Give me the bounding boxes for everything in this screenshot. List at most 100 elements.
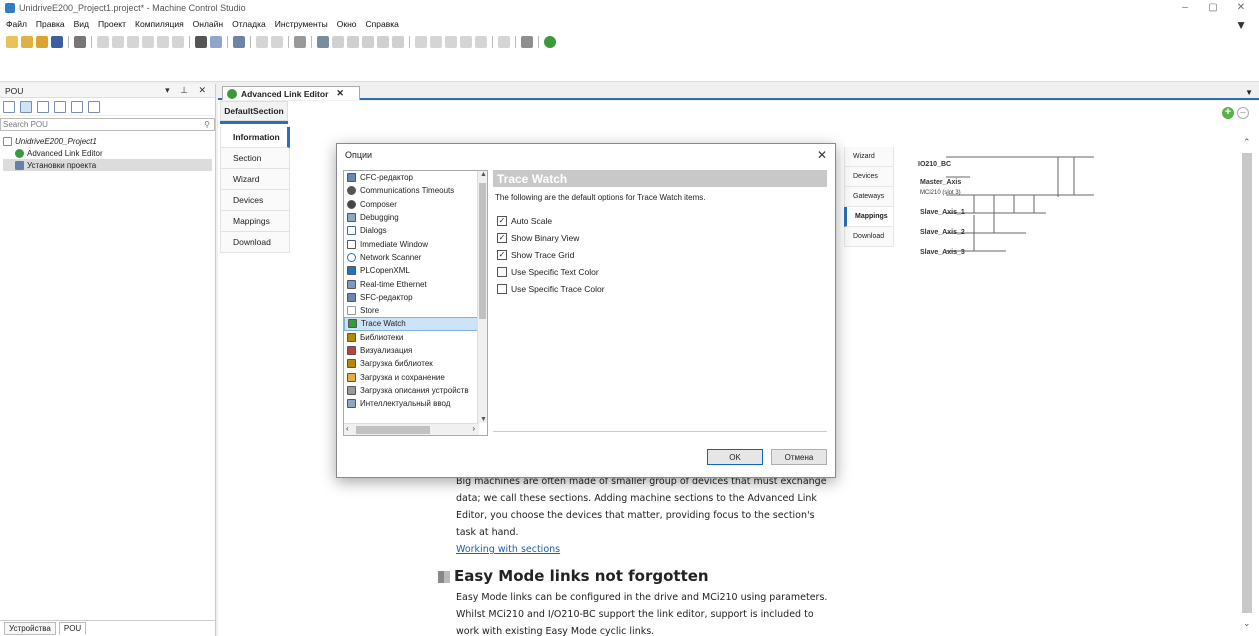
window-icon[interactable] bbox=[233, 36, 245, 48]
list-hscroll-thumb[interactable] bbox=[356, 426, 430, 434]
save-icon[interactable] bbox=[51, 36, 63, 48]
current-statement-icon[interactable] bbox=[475, 36, 487, 48]
checkbox-unchecked-icon[interactable] bbox=[497, 266, 507, 277]
list-item[interactable]: Immediate Window bbox=[344, 237, 487, 250]
scroll-right-icon[interactable]: › bbox=[472, 424, 475, 433]
view-icon[interactable] bbox=[88, 100, 100, 113]
list-item[interactable]: Библиотеки bbox=[344, 331, 487, 344]
tab-download[interactable]: Download bbox=[220, 232, 290, 253]
tab-section[interactable]: Section bbox=[220, 148, 290, 169]
build-icon[interactable] bbox=[294, 36, 306, 48]
delete-icon[interactable] bbox=[172, 36, 184, 48]
ok-button[interactable]: OK bbox=[707, 449, 763, 465]
list-item[interactable]: Визуализация bbox=[344, 344, 487, 357]
device-icon[interactable] bbox=[521, 36, 533, 48]
scroll-thumb[interactable] bbox=[1242, 153, 1252, 613]
close-window-button[interactable]: ✕ bbox=[1227, 0, 1255, 16]
menu-build[interactable]: Компиляция bbox=[135, 19, 184, 29]
tree-project[interactable]: UnidriveE200_Project1 bbox=[3, 135, 212, 147]
new-project-icon[interactable] bbox=[6, 36, 18, 48]
sort-icon[interactable] bbox=[3, 100, 15, 113]
list-item[interactable]: CFC-редактор bbox=[344, 171, 487, 184]
search-pou-field[interactable]: Search POU ⚲ bbox=[0, 118, 215, 131]
show-binary-view-checkbox[interactable]: ✓ Show Binary View bbox=[493, 229, 827, 246]
checkbox-checked-icon[interactable]: ✓ bbox=[497, 249, 507, 260]
tree-item-advanced-link-editor[interactable]: Advanced Link Editor bbox=[3, 147, 212, 159]
copy-icon[interactable] bbox=[142, 36, 154, 48]
tools-icon[interactable] bbox=[392, 36, 404, 48]
start-icon[interactable] bbox=[347, 36, 359, 48]
checkbox-checked-icon[interactable]: ✓ bbox=[497, 232, 507, 243]
dialog-close-icon[interactable]: ✕ bbox=[817, 148, 827, 162]
list-item[interactable]: Communications Timeouts bbox=[344, 184, 487, 197]
show-trace-grid-checkbox[interactable]: ✓ Show Trace Grid bbox=[493, 246, 827, 263]
tab-advanced-link-editor[interactable]: Advanced Link Editor ✕ bbox=[222, 86, 360, 100]
cancel-button[interactable]: Отмена bbox=[771, 449, 827, 465]
checkbox-checked-icon[interactable]: ✓ bbox=[497, 215, 507, 226]
step-out-icon[interactable] bbox=[445, 36, 457, 48]
menu-window[interactable]: Окно bbox=[337, 19, 357, 29]
add-pou-icon[interactable] bbox=[71, 100, 83, 113]
reset-icon[interactable] bbox=[377, 36, 389, 48]
checkbox-unchecked-icon[interactable] bbox=[497, 283, 507, 294]
step-over-icon[interactable] bbox=[415, 36, 427, 48]
cut-icon[interactable] bbox=[127, 36, 139, 48]
tab-information[interactable]: Information bbox=[220, 127, 290, 148]
add-object-icon[interactable] bbox=[271, 36, 283, 48]
list-item-selected[interactable]: Trace Watch bbox=[344, 317, 487, 331]
minimize-button[interactable]: – bbox=[1171, 0, 1199, 16]
menu-edit[interactable]: Правка bbox=[36, 19, 65, 29]
stop-icon[interactable] bbox=[362, 36, 374, 48]
step-into-icon[interactable] bbox=[430, 36, 442, 48]
pou-panel-controls[interactable]: ▾ ⊥ ✕ bbox=[165, 85, 210, 96]
close-tab-icon[interactable]: ✕ bbox=[336, 88, 344, 99]
list-item[interactable]: Загрузка описания устройств bbox=[344, 384, 487, 397]
list-horizontal-scrollbar[interactable]: ‹ › bbox=[344, 423, 479, 435]
tab-devices[interactable]: Устройства bbox=[4, 622, 56, 635]
maximize-button[interactable]: ▢ bbox=[1199, 0, 1227, 16]
working-with-sections-link[interactable]: Working with sections bbox=[456, 544, 560, 555]
list-item[interactable]: Dialogs bbox=[344, 224, 487, 237]
tab-pou[interactable]: POU bbox=[58, 622, 87, 635]
menu-help[interactable]: Справка bbox=[366, 19, 399, 29]
menu-debug[interactable]: Отладка bbox=[232, 19, 266, 29]
tree-item-project-settings[interactable]: Установки проекта bbox=[3, 159, 212, 171]
list-item[interactable]: Debugging bbox=[344, 211, 487, 224]
redo-icon[interactable] bbox=[112, 36, 124, 48]
menu-view[interactable]: Вид bbox=[74, 19, 89, 29]
list-item[interactable]: Composer bbox=[344, 198, 487, 211]
add-section-icon[interactable]: + bbox=[1222, 107, 1234, 119]
use-specific-text-color-checkbox[interactable]: Use Specific Text Color bbox=[493, 263, 827, 280]
list-item[interactable]: Интеллектуальный ввод bbox=[344, 397, 487, 410]
chevron-down-icon[interactable]: ▼ bbox=[1245, 88, 1253, 97]
scroll-down-icon[interactable]: ⌄ bbox=[1243, 618, 1251, 629]
replace-icon[interactable] bbox=[210, 36, 222, 48]
menu-file[interactable]: Файл bbox=[6, 19, 27, 29]
scroll-up-icon[interactable]: ▲ bbox=[480, 171, 487, 178]
login-icon[interactable] bbox=[317, 36, 329, 48]
filter-icon[interactable]: ▼ bbox=[1235, 18, 1247, 32]
tab-default-section[interactable]: DefaultSection bbox=[220, 101, 288, 121]
undo-icon[interactable] bbox=[97, 36, 109, 48]
list-item[interactable]: Загрузка и сохранение bbox=[344, 370, 487, 383]
run-to-cursor-icon[interactable] bbox=[460, 36, 472, 48]
properties-icon[interactable] bbox=[54, 100, 66, 113]
new-file-icon[interactable] bbox=[21, 36, 33, 48]
scroll-up-icon[interactable]: ⌃ bbox=[1243, 137, 1251, 148]
menu-tools[interactable]: Инструменты bbox=[275, 19, 328, 29]
list-item[interactable]: Загрузка библиотек bbox=[344, 357, 487, 370]
menu-online[interactable]: Онлайн bbox=[193, 19, 223, 29]
tab-wizard[interactable]: Wizard bbox=[220, 169, 290, 190]
find-icon[interactable] bbox=[195, 36, 207, 48]
scroll-down-icon[interactable]: ▼ bbox=[480, 416, 487, 423]
menu-project[interactable]: Проект bbox=[98, 19, 126, 29]
list-item[interactable]: Store bbox=[344, 304, 487, 317]
insert-icon[interactable] bbox=[256, 36, 268, 48]
paste-icon[interactable] bbox=[157, 36, 169, 48]
print-icon[interactable] bbox=[74, 36, 86, 48]
breakpoint-icon[interactable] bbox=[498, 36, 510, 48]
editor-scrollbar[interactable]: ⌃ ⌄ bbox=[1241, 137, 1253, 629]
scroll-left-icon[interactable]: ‹ bbox=[346, 424, 349, 433]
list-item[interactable]: SFC-редактор bbox=[344, 291, 487, 304]
list-item[interactable]: PLCopenXML bbox=[344, 264, 487, 277]
